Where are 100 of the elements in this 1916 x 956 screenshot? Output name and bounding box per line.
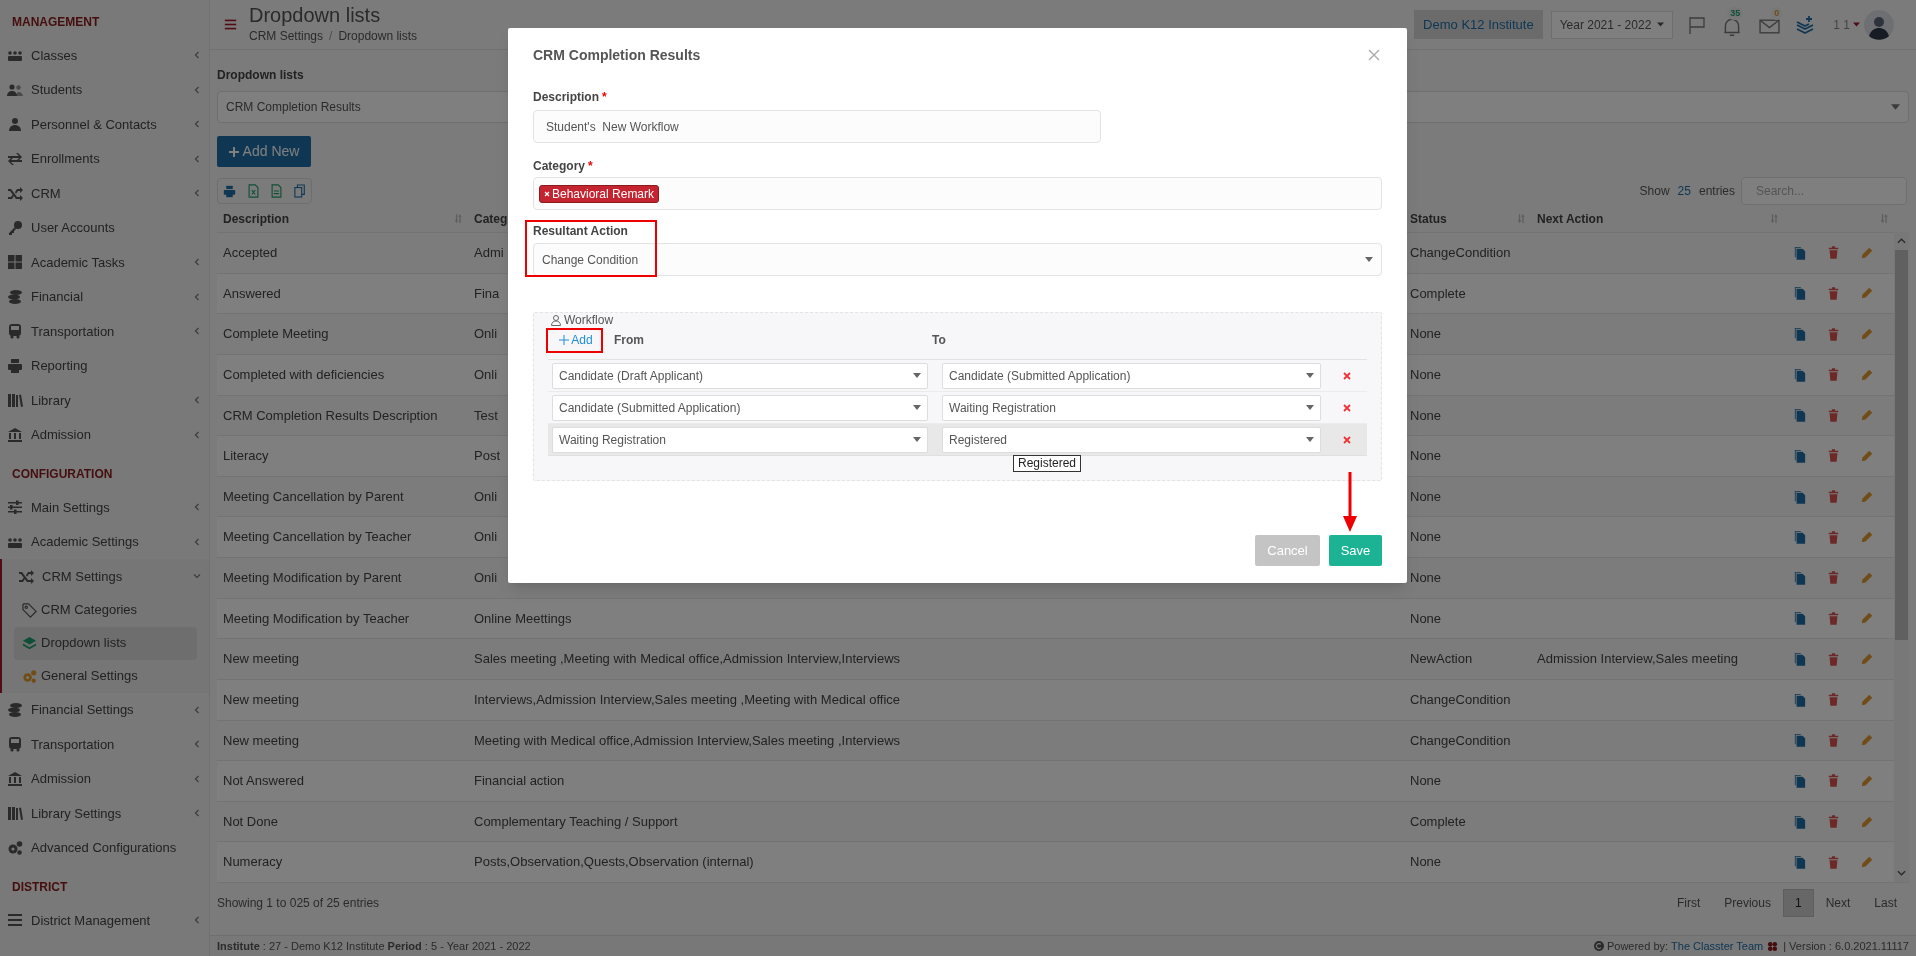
remove-icon[interactable] (544, 190, 550, 197)
workflow-dropdown[interactable]: Registered (942, 426, 1321, 453)
pencil-icon[interactable] (1861, 774, 1873, 787)
copy-icon[interactable] (1794, 652, 1806, 667)
copy-icon[interactable] (1794, 570, 1806, 585)
menu-icon[interactable] (224, 18, 237, 31)
sidebar-subitem[interactable]: Dropdown lists (14, 626, 197, 660)
trash-icon[interactable] (1828, 449, 1839, 463)
breadcrumb-link[interactable]: Dropdown lists (338, 27, 418, 45)
add-new-button[interactable]: Add New (217, 136, 311, 167)
sort-icon[interactable] (1881, 214, 1888, 223)
trash-icon[interactable] (1828, 408, 1839, 422)
avatar[interactable] (1864, 9, 1894, 40)
sidebar-item[interactable]: Admission (0, 761, 209, 796)
description-field[interactable]: Student's New Workflow (533, 110, 1101, 143)
trash-icon[interactable] (1828, 490, 1839, 504)
copy-icon[interactable] (1794, 448, 1806, 463)
pencil-icon[interactable] (1861, 693, 1873, 706)
sidebar-item[interactable]: Enrollments (0, 141, 209, 176)
sidebar-item[interactable]: Students (0, 72, 209, 107)
sidebar-item[interactable]: Main Settings (0, 490, 209, 525)
category-tag[interactable]: Behavioral Remark (539, 184, 660, 203)
team-link[interactable]: The Classter Team (1671, 937, 1764, 955)
trash-icon[interactable] (1828, 693, 1839, 707)
scroll-up-icon[interactable] (1897, 238, 1906, 244)
trash-icon[interactable] (1828, 733, 1839, 747)
trash-icon[interactable] (1828, 611, 1839, 625)
pagination-link[interactable]: Last (1862, 888, 1909, 917)
column-header[interactable]: Status (1410, 209, 1518, 228)
pencil-icon[interactable] (1861, 287, 1873, 300)
institute-button[interactable]: Demo K12 Institute (1414, 10, 1543, 39)
breadcrumb-link[interactable]: CRM Settings (249, 27, 324, 45)
trash-icon[interactable] (1828, 368, 1839, 382)
scrollbar-thumb[interactable] (1895, 250, 1908, 640)
page-size-selector[interactable]: 25 (1677, 182, 1691, 200)
trash-icon[interactable] (1828, 530, 1839, 544)
sidebar-subitem[interactable]: CRM Categories (14, 593, 197, 627)
sidebar-item[interactable]: User Accounts (0, 210, 209, 245)
sidebar-item[interactable]: District Management (0, 903, 209, 938)
sidebar-item[interactable]: Library Settings (0, 796, 209, 831)
copy-icon[interactable] (1794, 773, 1806, 788)
save-button[interactable]: Save (1329, 535, 1382, 566)
pencil-icon[interactable] (1861, 531, 1873, 544)
layers-plus-icon[interactable] (1795, 14, 1816, 35)
workflow-dropdown[interactable]: Candidate (Submitted Application) (942, 362, 1321, 389)
delete-icon[interactable] (1343, 371, 1351, 380)
copy-icon[interactable] (1794, 733, 1806, 748)
sidebar-item[interactable]: Library (0, 383, 209, 418)
trash-icon[interactable] (1828, 327, 1839, 341)
copy-icon[interactable] (1794, 692, 1806, 707)
workflow-dropdown[interactable]: Waiting Registration (552, 426, 928, 453)
copy-icon[interactable] (1794, 489, 1806, 504)
pencil-icon[interactable] (1861, 368, 1873, 381)
copy-icon[interactable] (1794, 245, 1806, 260)
pencil-icon[interactable] (1861, 612, 1873, 625)
copy-icon[interactable] (1794, 327, 1806, 342)
copy-icon[interactable] (1794, 611, 1806, 626)
sidebar-subitem[interactable]: General Settings (14, 659, 197, 693)
sort-icon[interactable] (1771, 214, 1778, 223)
sort-icon[interactable] (1518, 214, 1525, 223)
pencil-icon[interactable] (1861, 490, 1873, 503)
sidebar-item[interactable]: Admission (0, 417, 209, 452)
pencil-icon[interactable] (1861, 734, 1873, 747)
trash-icon[interactable] (1828, 815, 1839, 829)
sidebar-item[interactable]: Reporting (0, 348, 209, 383)
sidebar-item[interactable]: Personnel & Contacts (0, 107, 209, 142)
category-field[interactable]: Behavioral Remark (533, 177, 1382, 210)
copy-icon[interactable] (1794, 530, 1806, 545)
pencil-icon[interactable] (1861, 815, 1873, 828)
sidebar-item[interactable]: Classes (0, 38, 209, 73)
trash-icon[interactable] (1828, 286, 1839, 300)
workflow-dropdown[interactable]: Waiting Registration (942, 394, 1321, 421)
trash-icon[interactable] (1828, 855, 1839, 869)
spreadsheet-file-icon[interactable] (248, 184, 259, 198)
pencil-icon[interactable] (1861, 328, 1873, 341)
sidebar-item[interactable]: Financial (0, 279, 209, 314)
trash-icon[interactable] (1828, 652, 1839, 666)
delete-icon[interactable] (1343, 403, 1351, 412)
trash-icon[interactable] (1828, 246, 1839, 260)
copy-icon[interactable] (1794, 286, 1806, 301)
sidebar-item[interactable]: CRM (0, 176, 209, 211)
pagination-link[interactable]: Previous (1712, 888, 1783, 917)
copy-icon[interactable] (1794, 855, 1806, 870)
trash-icon[interactable] (1828, 774, 1839, 788)
workflow-dropdown[interactable]: Candidate (Submitted Application) (552, 394, 928, 421)
sidebar-item[interactable]: Academic Tasks (0, 245, 209, 280)
year-dropdown[interactable]: Year 2021 - 2022 (1550, 10, 1674, 39)
pencil-icon[interactable] (1861, 653, 1873, 666)
copy-icon[interactable] (1794, 367, 1806, 382)
envelope-icon[interactable] (1759, 17, 1781, 35)
pencil-icon[interactable] (1861, 571, 1873, 584)
close-icon[interactable] (1368, 49, 1380, 61)
delete-icon[interactable] (1343, 435, 1351, 444)
pagination-link[interactable]: 1 (1782, 888, 1814, 917)
pencil-icon[interactable] (1861, 246, 1873, 259)
trash-icon[interactable] (1828, 571, 1839, 585)
pencil-icon[interactable] (1861, 409, 1873, 422)
printer-icon[interactable] (223, 184, 236, 198)
pagination-link[interactable]: First (1664, 888, 1713, 917)
flag-icon[interactable] (1687, 14, 1708, 35)
